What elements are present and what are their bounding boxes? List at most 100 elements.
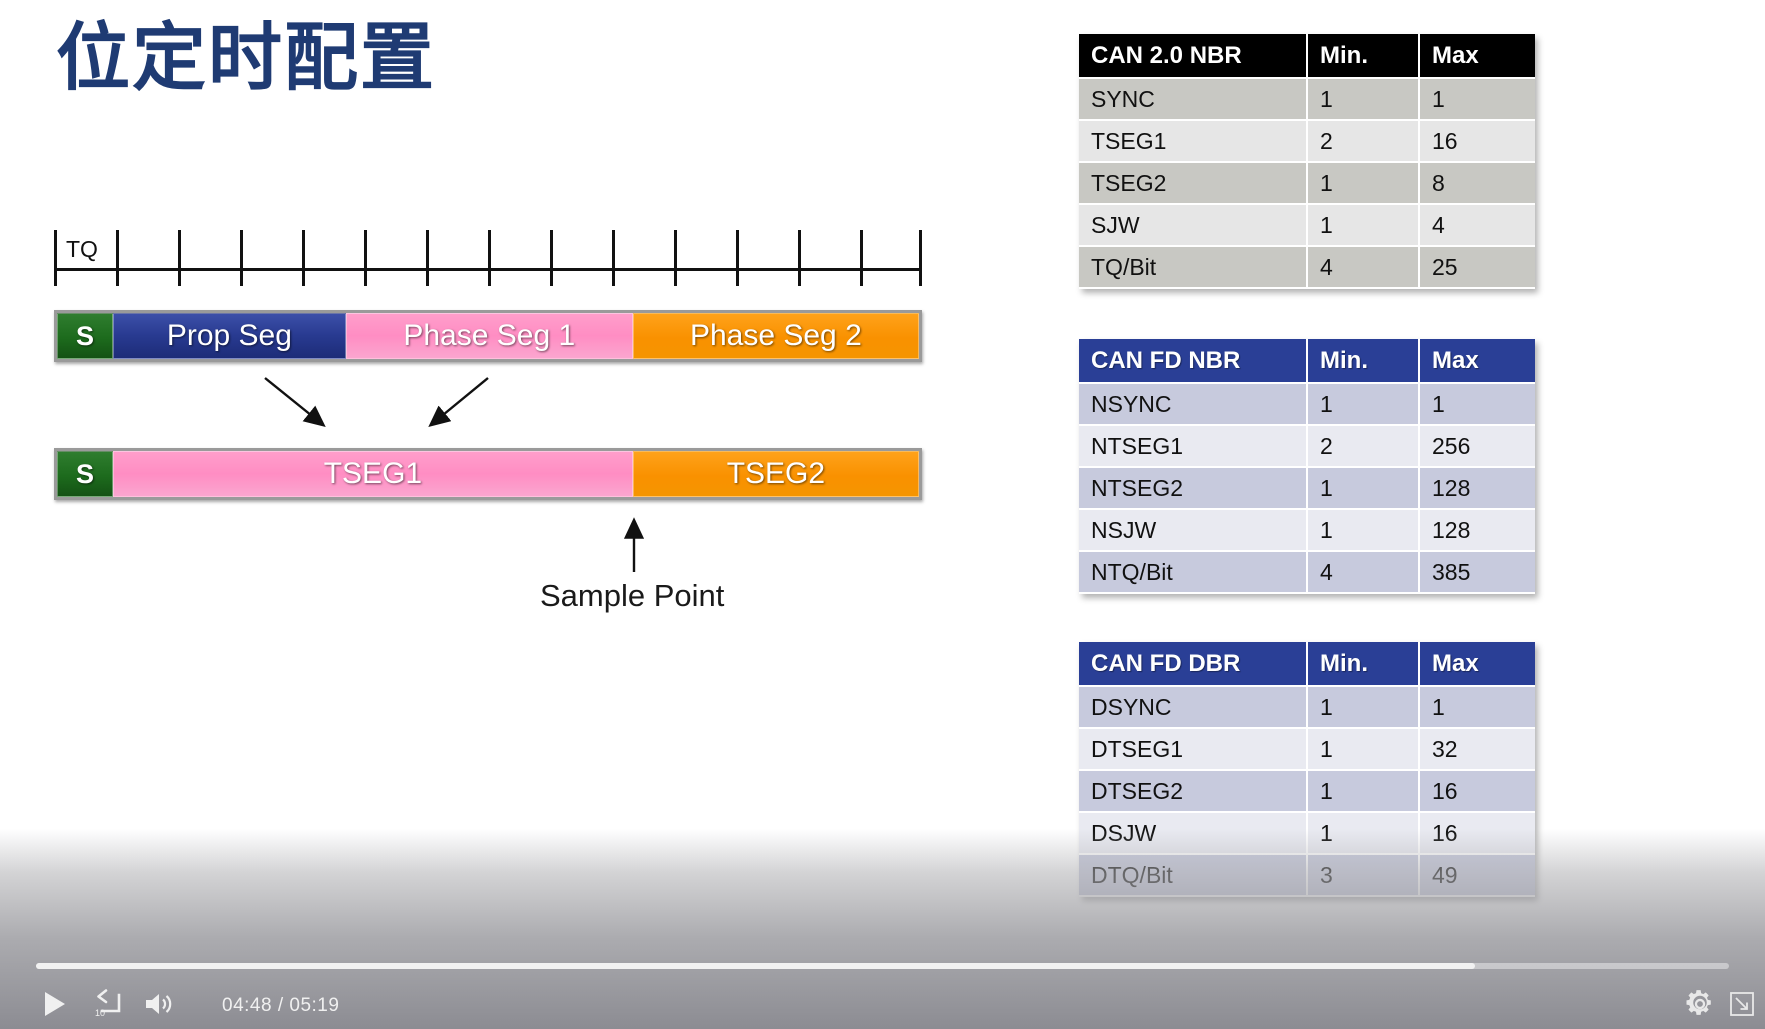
tq-tick — [736, 230, 739, 286]
table-row: NSYNC 1 1 — [1079, 383, 1535, 426]
table-can-fd-dbr: CAN FD DBR Min. Max DSYNC 1 1 DTSEG1 1 3… — [1079, 642, 1535, 897]
table-row: TSEG2 1 8 — [1079, 162, 1535, 205]
segment-sync: S — [57, 313, 114, 359]
table-row: DSYNC 1 1 — [1079, 686, 1535, 729]
segment-phase-seg-1: Phase Seg 1 — [345, 313, 633, 359]
cell-min: 1 — [1307, 728, 1420, 771]
tq-tick — [612, 230, 615, 286]
play-button[interactable] — [38, 987, 72, 1021]
tq-tick — [488, 230, 491, 286]
settings-button[interactable] — [1683, 987, 1717, 1021]
cell-name: TSEG2 — [1079, 162, 1308, 205]
tq-tick — [240, 230, 243, 286]
table-row: DTQ/Bit 3 49 — [1079, 854, 1535, 897]
table-row: NTSEG2 1 128 — [1079, 467, 1535, 510]
sample-point-label: Sample Point — [540, 578, 725, 613]
segment-tseg2: TSEG2 — [632, 451, 919, 497]
tq-ruler: TQ — [54, 230, 922, 286]
segment-tseg1: TSEG1 — [113, 451, 633, 497]
rewind-10-button[interactable]: 10 — [90, 987, 124, 1021]
segment-sync: S — [57, 451, 114, 497]
cell-name: SYNC — [1079, 78, 1308, 121]
cell-max: 16 — [1419, 812, 1535, 855]
cell-name: NSJW — [1079, 509, 1308, 552]
table-can-fd-nbr: CAN FD NBR Min. Max NSYNC 1 1 NTSEG1 2 2… — [1079, 339, 1535, 594]
cell-max: 4 — [1419, 204, 1535, 247]
table-row: DTSEG2 1 16 — [1079, 770, 1535, 813]
video-progress-bar[interactable] — [36, 963, 1729, 969]
table-header-row: CAN FD NBR Min. Max — [1079, 339, 1535, 384]
tq-tick — [178, 230, 181, 286]
segment-phase-seg-2: Phase Seg 2 — [632, 313, 919, 359]
table-row: NSJW 1 128 — [1079, 509, 1535, 552]
cell-min: 1 — [1307, 383, 1420, 426]
column-header-name: CAN FD DBR — [1079, 642, 1308, 687]
tq-tick — [54, 230, 57, 286]
cell-max: 16 — [1419, 770, 1535, 813]
tq-label: TQ — [66, 236, 98, 262]
cell-max: 1 — [1419, 383, 1535, 426]
column-header-min: Min. — [1307, 34, 1420, 79]
cell-min: 2 — [1307, 120, 1420, 163]
cell-min: 4 — [1307, 246, 1420, 289]
cell-max: 128 — [1419, 467, 1535, 510]
cell-max: 16 — [1419, 120, 1535, 163]
cell-min: 1 — [1307, 770, 1420, 813]
cell-name: TSEG1 — [1079, 120, 1308, 163]
gear-icon — [1686, 990, 1711, 1015]
cell-min: 2 — [1307, 425, 1420, 468]
column-header-min: Min. — [1307, 642, 1420, 687]
column-header-max: Max — [1419, 642, 1535, 687]
cell-max: 25 — [1419, 246, 1535, 289]
exit-fullscreen-button[interactable] — [1727, 989, 1757, 1019]
cell-min: 1 — [1307, 467, 1420, 510]
cell-name: DTSEG2 — [1079, 770, 1308, 813]
slide-title: 位定时配置 — [56, 15, 436, 101]
cell-min: 1 — [1307, 686, 1420, 729]
column-header-name: CAN FD NBR — [1079, 339, 1308, 384]
cell-max: 8 — [1419, 162, 1535, 205]
tq-tick — [426, 230, 429, 286]
cell-name: DTQ/Bit — [1079, 854, 1308, 897]
cell-min: 4 — [1307, 551, 1420, 594]
cell-name: TQ/Bit — [1079, 246, 1308, 289]
cell-max: 1 — [1419, 686, 1535, 729]
tq-tick — [860, 230, 863, 286]
cell-max: 32 — [1419, 728, 1535, 771]
table-header-row: CAN 2.0 NBR Min. Max — [1079, 34, 1535, 79]
bit-segment-bar-merged: S TSEG1 TSEG2 — [54, 448, 922, 500]
table-row: TSEG1 2 16 — [1079, 120, 1535, 163]
rewind-10-icon: 10 — [95, 989, 121, 1018]
video-slide-viewer: 位定时配置 TQ S Prop Seg Phase Seg 1 Phase Se… — [0, 0, 1765, 1029]
column-header-max: Max — [1419, 339, 1535, 384]
cell-name: SJW — [1079, 204, 1308, 247]
table-can-2-0-nbr: CAN 2.0 NBR Min. Max SYNC 1 1 TSEG1 2 16… — [1079, 34, 1535, 289]
cell-min: 1 — [1307, 78, 1420, 121]
cell-min: 1 — [1307, 204, 1420, 247]
column-header-min: Min. — [1307, 339, 1420, 384]
play-icon — [45, 992, 65, 1016]
cell-name: DSJW — [1079, 812, 1308, 855]
table-row: NTSEG1 2 256 — [1079, 425, 1535, 468]
table-row: DSJW 1 16 — [1079, 812, 1535, 855]
video-controls: 10 04:48 / 05:19 — [0, 973, 1765, 1029]
cell-min: 3 — [1307, 854, 1420, 897]
cell-name: NTSEG1 — [1079, 425, 1308, 468]
exit-fullscreen-icon — [1730, 992, 1754, 1016]
cell-name: NTSEG2 — [1079, 467, 1308, 510]
tq-tick — [919, 230, 922, 286]
volume-button[interactable] — [142, 987, 176, 1021]
cell-name: DTSEG1 — [1079, 728, 1308, 771]
tq-tick — [302, 230, 305, 286]
column-header-name: CAN 2.0 NBR — [1079, 34, 1308, 79]
cell-name: DSYNC — [1079, 686, 1308, 729]
table-row: SJW 1 4 — [1079, 204, 1535, 247]
table-header-row: CAN FD DBR Min. Max — [1079, 642, 1535, 687]
cell-name: NSYNC — [1079, 383, 1308, 426]
table-row: DTSEG1 1 32 — [1079, 728, 1535, 771]
volume-icon — [146, 994, 172, 1014]
tq-tick — [674, 230, 677, 286]
column-header-max: Max — [1419, 34, 1535, 79]
tq-tick — [364, 230, 367, 286]
cell-max: 385 — [1419, 551, 1535, 594]
